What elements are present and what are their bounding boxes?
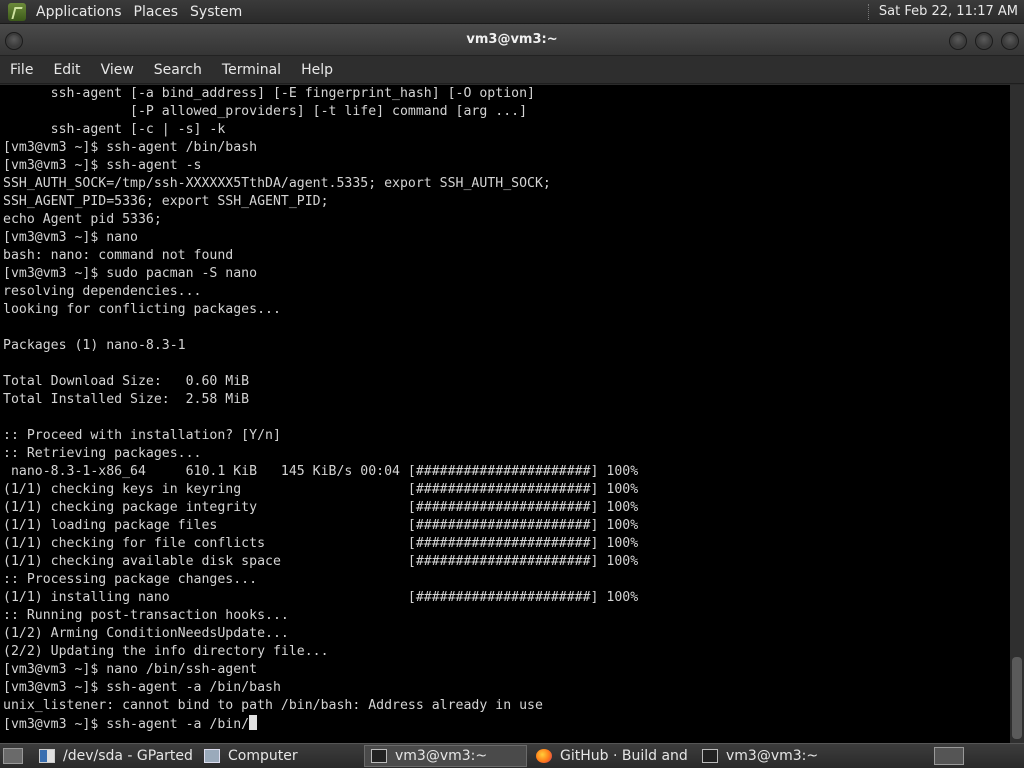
terminal-line: (1/1) checking package integrity [######… (3, 500, 639, 515)
terminal-line: [vm3@vm3 ~]$ ssh-agent -a /bin/bash (3, 680, 281, 695)
clock[interactable]: Sat Feb 22, 11:17 AM (879, 4, 1018, 19)
maximize-button[interactable] (975, 32, 993, 50)
taskbar-item-terminal[interactable]: vm3@vm3:~ (696, 745, 859, 767)
taskbar-item-computer[interactable]: Computer (198, 745, 361, 767)
taskbar-item-firefox[interactable]: GitHub · Build and s... (530, 745, 693, 767)
terminal-line: :: Running post-transaction hooks... (3, 608, 289, 623)
gparted-icon (39, 749, 55, 763)
terminal-prompt-text: [vm3@vm3 ~]$ ssh-agent -a /bin/ (3, 717, 250, 732)
terminal-line: looking for conflicting packages... (3, 302, 281, 317)
terminal-line: [vm3@vm3 ~]$ ssh-agent /bin/bash (3, 140, 258, 155)
menu-help[interactable]: Help (291, 62, 343, 78)
terminal-line: SSH_AGENT_PID=5336; export SSH_AGENT_PID… (3, 194, 329, 209)
text-cursor (249, 715, 258, 730)
terminal-line: SSH_AUTH_SOCK=/tmp/ssh-XXXXXX5TthDA/agen… (3, 176, 551, 191)
terminal-line: (1/1) installing nano [#################… (3, 590, 639, 605)
taskbar-item-label: Computer (228, 748, 298, 764)
panel-separator (867, 3, 871, 20)
show-desktop-icon[interactable] (3, 748, 23, 764)
terminal-line: [vm3@vm3 ~]$ sudo pacman -S nano (3, 266, 258, 281)
applications-menu[interactable]: Applications (32, 4, 130, 20)
terminal-line: ssh-agent [-c | -s] -k (3, 122, 226, 137)
terminal-prompt-line[interactable]: [vm3@vm3 ~]$ ssh-agent -a /bin/ (3, 715, 1010, 734)
terminal-line: Total Installed Size: 2.58 MiB (3, 392, 250, 407)
menu-terminal[interactable]: Terminal (212, 62, 291, 78)
computer-icon (204, 749, 220, 763)
terminal-area[interactable]: ssh-agent [-a bind_address] [-E fingerpr… (0, 85, 1010, 743)
terminal-scrollbar[interactable] (1010, 85, 1024, 743)
terminal-line: bash: nano: command not found (3, 248, 234, 263)
minimize-button[interactable] (949, 32, 967, 50)
terminal-menubar: File Edit View Search Terminal Help (0, 56, 1024, 84)
terminal-line: (1/2) Arming ConditionNeedsUpdate... (3, 626, 289, 641)
taskbar-item-label: vm3@vm3:~ (726, 748, 819, 764)
close-button[interactable] (1001, 32, 1019, 50)
terminal-line: nano-8.3-1-x86_64 610.1 KiB 145 KiB/s 00… (3, 464, 639, 479)
menu-search[interactable]: Search (144, 62, 212, 78)
window-titlebar[interactable]: vm3@vm3:~ (0, 24, 1024, 56)
taskbar-item-terminal-active[interactable]: vm3@vm3:~ (364, 745, 527, 767)
taskbar-item-label: /dev/sda - GParted (... (63, 748, 195, 764)
terminal-line: ssh-agent [-a bind_address] [-E fingerpr… (3, 86, 535, 101)
terminal-line: :: Processing package changes... (3, 572, 258, 587)
menu-view[interactable]: View (91, 62, 144, 78)
terminal-line: Total Download Size: 0.60 MiB (3, 374, 250, 389)
terminal-line: (1/1) loading package files [###########… (3, 518, 639, 533)
window-menu-button[interactable] (5, 32, 23, 50)
taskbar-item-gparted[interactable]: /dev/sda - GParted (... (33, 745, 195, 767)
terminal-line: (1/1) checking keys in keyring [########… (3, 482, 639, 497)
top-panel: Applications Places System Sat Feb 22, 1… (0, 0, 1024, 24)
scrollbar-thumb[interactable] (1012, 657, 1022, 739)
terminal-line: resolving dependencies... (3, 284, 202, 299)
taskbar-item-label: GitHub · Build and s... (560, 748, 693, 764)
distro-logo-icon[interactable] (8, 2, 26, 21)
terminal-line: (1/1) checking for file conflicts [#####… (3, 536, 639, 551)
taskbar: /dev/sda - GParted (... Computer vm3@vm3… (0, 743, 1024, 768)
terminal-line: echo Agent pid 5336; (3, 212, 162, 227)
terminal-line: (1/1) checking available disk space [###… (3, 554, 639, 569)
terminal-line: [vm3@vm3 ~]$ ssh-agent -s (3, 158, 202, 173)
terminal-line: :: Proceed with installation? [Y/n] (3, 428, 281, 443)
taskbar-item-label: vm3@vm3:~ (395, 748, 488, 764)
system-menu[interactable]: System (186, 4, 250, 20)
places-menu[interactable]: Places (130, 4, 187, 20)
terminal-line: (2/2) Updating the info directory file..… (3, 644, 329, 659)
firefox-icon (536, 749, 552, 763)
window-title: vm3@vm3:~ (466, 32, 558, 47)
terminal-line: [-P allowed_providers] [-t life] command… (3, 104, 528, 119)
terminal-output: ssh-agent [-a bind_address] [-E fingerpr… (0, 85, 1010, 734)
workspace-switcher[interactable] (934, 747, 964, 765)
terminal-icon (702, 749, 718, 763)
terminal-line: :: Retrieving packages... (3, 446, 202, 461)
terminal-line: [vm3@vm3 ~]$ nano /bin/ssh-agent (3, 662, 258, 677)
terminal-icon (371, 749, 387, 763)
terminal-line: Packages (1) nano-8.3-1 (3, 338, 186, 353)
menu-file[interactable]: File (0, 62, 43, 78)
terminal-line: [vm3@vm3 ~]$ nano (3, 230, 138, 245)
terminal-line: unix_listener: cannot bind to path /bin/… (3, 698, 543, 713)
menu-edit[interactable]: Edit (43, 62, 90, 78)
